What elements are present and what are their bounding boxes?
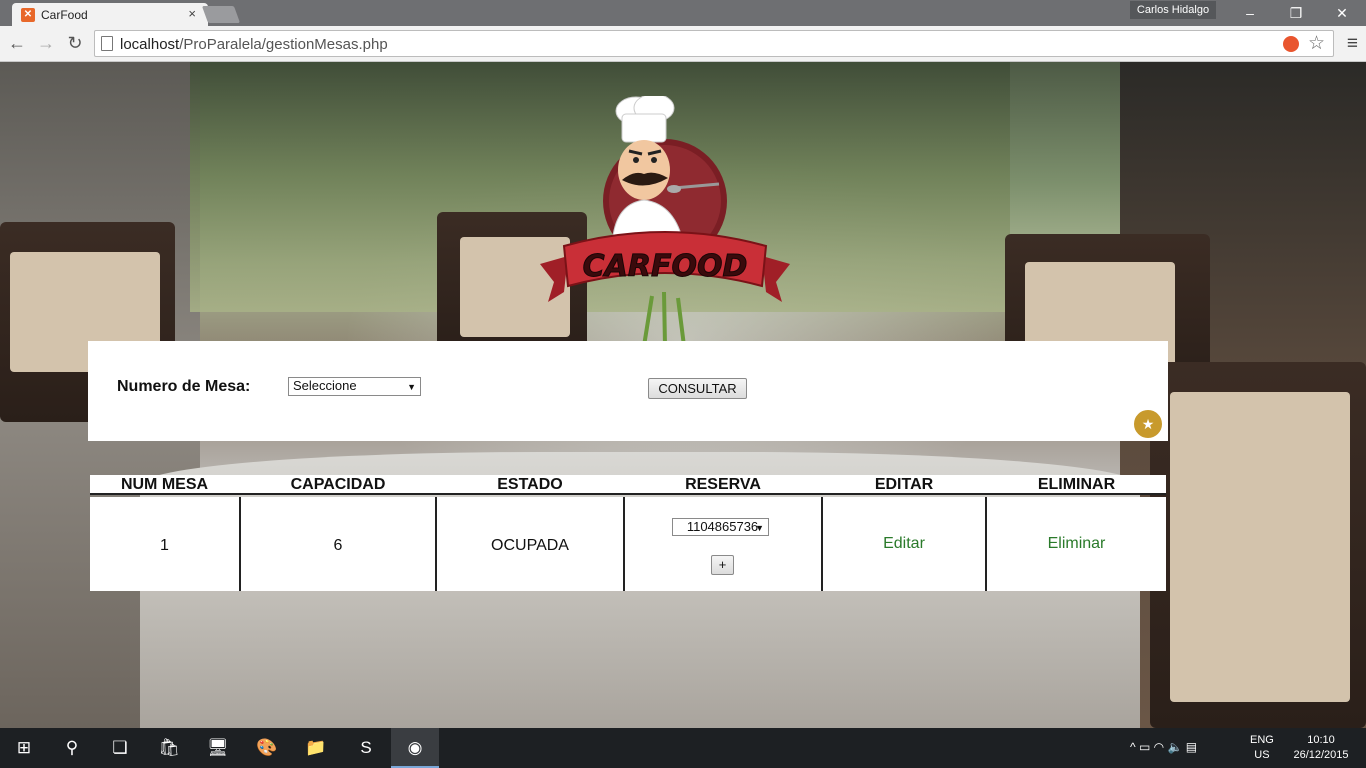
header-estado: ESTADO <box>437 475 623 493</box>
restore-icon[interactable]: ❐ <box>1276 2 1316 24</box>
browser-toolbar: ← → ↻ localhost/ProParalela/gestionMesas… <box>0 26 1366 62</box>
url-text[interactable]: localhost/ProParalela/gestionMesas.php <box>120 36 388 53</box>
delete-link[interactable]: Eliminar <box>987 535 1166 553</box>
search-icon[interactable]: ⚲ <box>48 728 96 768</box>
logo-brand-text: CARFOOD <box>583 249 748 284</box>
tab-title: CarFood <box>41 8 88 22</box>
profile-name[interactable]: Carlos Hidalgo <box>1130 1 1216 19</box>
task-view-icon[interactable]: ❏ <box>96 728 144 768</box>
page-icon <box>101 36 113 51</box>
xampp-favicon-icon: ✕ <box>21 8 35 22</box>
windows-taskbar: ⊞ ⚲ ❏ 🛍 🖥 🎨 📁 S ◉ ^ ▭ ◠ 🔈 ▤ ENG US 10:10 2… <box>0 728 1366 768</box>
bookmark-star-icon[interactable]: ☆ <box>1308 32 1325 55</box>
search-panel: Numero de Mesa: Seleccione ▼ CONSULTAR ★ <box>88 341 1168 441</box>
extension-icon[interactable] <box>1283 36 1299 52</box>
cell-eliminar: Eliminar <box>987 497 1166 591</box>
new-tab-button[interactable] <box>201 6 241 23</box>
file-explorer-icon[interactable]: 📁 <box>292 728 340 768</box>
clock[interactable]: 10:10 26/12/2015 <box>1288 733 1354 763</box>
control-panel-icon[interactable]: 🖥 <box>194 728 242 768</box>
table-number-label: Numero de Mesa: <box>117 378 251 395</box>
header-eliminar: ELIMINAR <box>987 475 1166 493</box>
background-chair-pad <box>1170 392 1350 702</box>
store-icon[interactable]: 🛍 <box>145 728 193 768</box>
table-row: 1 6 OCUPADA 1104865736 ▼ + Editar Elimina… <box>90 497 1166 591</box>
dropdown-arrow-icon: ▼ <box>755 523 764 533</box>
header-editar: EDITAR <box>823 475 985 493</box>
reload-icon[interactable]: ↻ <box>64 32 86 54</box>
forward-icon[interactable]: → <box>35 32 57 54</box>
page-viewport: CARFOOD Numero de Mesa: Seleccione ▼ CONS… <box>0 62 1366 728</box>
chrome-menu-icon[interactable]: ≡ <box>1347 33 1358 55</box>
add-reservation-button[interactable]: + <box>711 555 734 575</box>
cell-num-mesa: 1 <box>90 497 239 591</box>
header-reserva: RESERVA <box>625 475 821 493</box>
system-tray-icons[interactable]: ^ ▭ ◠ 🔈 ▤ <box>1130 740 1197 754</box>
windows-start-icon[interactable]: ⊞ <box>0 728 48 768</box>
dropdown-arrow-icon: ▼ <box>407 382 416 392</box>
consult-button[interactable]: CONSULTAR <box>648 378 747 399</box>
table-header-row: NUM MESA CAPACIDAD ESTADO RESERVA EDITAR… <box>90 475 1166 495</box>
sublime-text-icon[interactable]: S <box>342 728 390 768</box>
cell-capacidad: 6 <box>241 497 435 591</box>
browser-tab[interactable]: ✕ CarFood × <box>12 3 208 27</box>
header-num-mesa: NUM MESA <box>90 475 239 493</box>
back-icon[interactable]: ← <box>6 32 28 54</box>
reservation-select[interactable]: 1104865736 ▼ <box>672 518 769 536</box>
cell-editar: Editar <box>823 497 985 591</box>
minimize-icon[interactable]: – <box>1230 2 1270 24</box>
chrome-icon[interactable]: ◉ <box>391 728 439 768</box>
header-capacidad: CAPACIDAD <box>241 475 435 493</box>
close-window-icon[interactable]: ✕ <box>1322 2 1362 24</box>
table-number-select[interactable]: Seleccione ▼ <box>288 377 421 396</box>
star-badge-icon[interactable]: ★ <box>1132 408 1164 440</box>
browser-titlebar: ✕ CarFood × Carlos Hidalgo – ❐ ✕ <box>0 0 1366 27</box>
cell-estado: OCUPADA <box>437 497 623 591</box>
chef-logo-icon: CARFOOD <box>540 96 790 346</box>
address-bar[interactable]: localhost/ProParalela/gestionMesas.php ☆ <box>94 30 1334 57</box>
paint-icon[interactable]: 🎨 <box>243 728 291 768</box>
tab-close-icon[interactable]: × <box>188 6 196 21</box>
input-language[interactable]: ENG US <box>1250 733 1274 763</box>
edit-link[interactable]: Editar <box>823 535 985 553</box>
cell-reserva: 1104865736 ▼ + <box>625 497 821 591</box>
